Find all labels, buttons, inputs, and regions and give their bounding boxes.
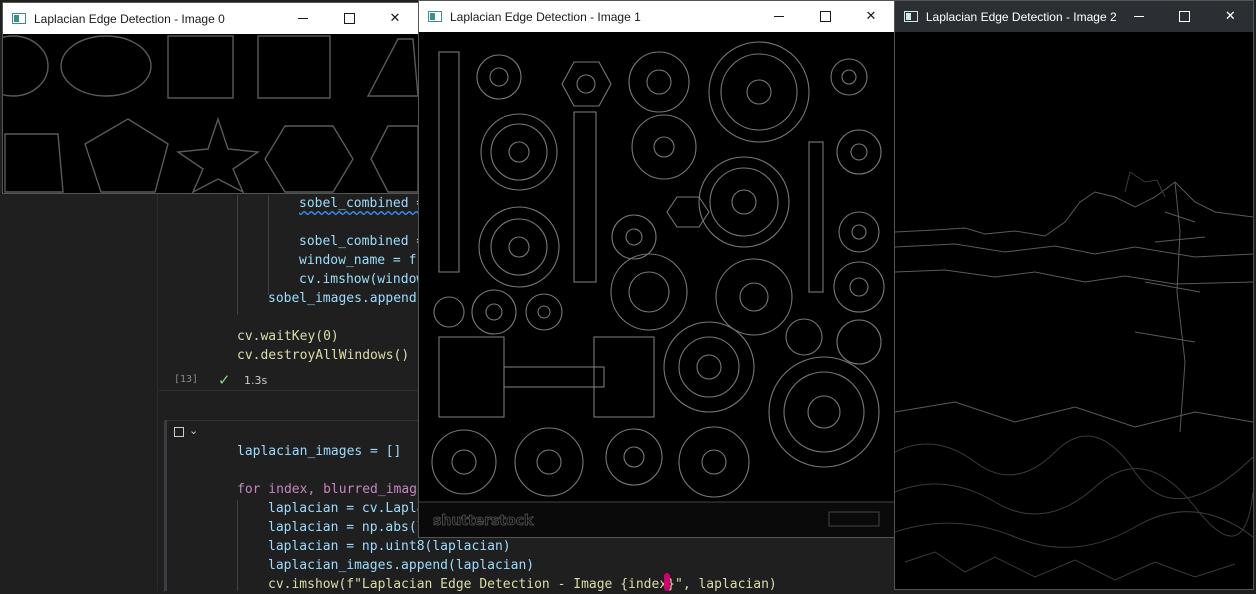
maximize-icon[interactable] xyxy=(326,3,372,34)
close-icon[interactable]: ✕ xyxy=(848,1,894,32)
code-text: window_name = f" xyxy=(299,253,425,268)
code-text: cv.imshow(window xyxy=(299,272,425,287)
opencv-window-icon xyxy=(12,13,26,24)
image-window-2[interactable]: Laplacian Edge Detection - Image 2 ✕ xyxy=(894,0,1254,590)
window-title: Laplacian Edge Detection - Image 0 xyxy=(34,11,225,26)
code-text: laplacian_images = [] xyxy=(237,444,402,459)
code-line[interactable]: for index, blurred_image xyxy=(237,480,425,499)
code-text: laplacian = np.uint8(laplacian) xyxy=(268,539,511,554)
code-text: laplacian_images.append(laplacian) xyxy=(268,558,535,573)
indent-guide xyxy=(237,195,238,315)
code-line[interactable]: laplacian_images.append(laplacian) xyxy=(268,556,534,575)
code-text: laplacian = np.abs(l xyxy=(268,520,425,535)
image-canvas xyxy=(3,34,418,193)
minimize-icon[interactable] xyxy=(280,3,326,34)
code-line[interactable]: sobel_images.append( xyxy=(268,289,425,308)
code-line[interactable]: laplacian_images = [] xyxy=(237,442,401,461)
window-title: Laplacian Edge Detection - Image 1 xyxy=(450,9,641,24)
code-line[interactable]: laplacian = cv.Lapla xyxy=(268,499,425,518)
image-canvas xyxy=(895,32,1253,589)
code-text: cv.waitKey(0) xyxy=(237,329,339,344)
minimize-icon[interactable] xyxy=(1117,1,1162,32)
code-line[interactable]: laplacian = np.abs(l xyxy=(268,518,425,537)
code-line[interactable]: cv.waitKey(0) xyxy=(237,327,339,346)
laplacian-landscape-image xyxy=(895,32,1253,589)
opencv-window-icon xyxy=(904,11,918,22)
code-line[interactable]: window_name = f" xyxy=(299,251,424,270)
window-titlebar[interactable]: Laplacian Edge Detection - Image 0 ✕ xyxy=(3,3,418,34)
code-line[interactable]: sobel_combined = xyxy=(299,194,424,213)
code-line[interactable]: cv.imshow(f"Laplacian Edge Detection - I… xyxy=(268,575,777,594)
laplacian-gears-image: shutterstock xyxy=(419,32,894,537)
chevron-down-icon[interactable]: ⌄ xyxy=(189,424,198,437)
image-canvas: shutterstock xyxy=(419,32,894,537)
code-text: for index, blurred_image xyxy=(237,482,425,497)
window-title: Laplacian Edge Detection - Image 2 xyxy=(925,9,1117,24)
text-cursor xyxy=(664,573,670,591)
indent-guide xyxy=(237,500,238,591)
image-window-1[interactable]: Laplacian Edge Detection - Image 1 ✕ shu… xyxy=(418,0,895,538)
code-text: sobel_combined = xyxy=(299,234,425,249)
execution-count: [13] xyxy=(174,374,199,385)
window-titlebar[interactable]: Laplacian Edge Detection - Image 2 ✕ xyxy=(895,1,1253,32)
minimize-icon[interactable] xyxy=(756,1,802,32)
close-icon[interactable]: ✕ xyxy=(372,3,418,34)
close-icon[interactable]: ✕ xyxy=(1208,1,1253,32)
cell-divider xyxy=(158,390,418,391)
laplacian-shapes-image xyxy=(3,34,418,193)
execution-time: 1.3s xyxy=(244,374,268,387)
opencv-window-icon xyxy=(428,11,442,22)
success-check-icon: ✓ xyxy=(218,371,231,389)
indent-guide xyxy=(268,195,269,295)
code-text: laplacian = cv.Lapla xyxy=(268,501,425,516)
watermark-text: shutterstock xyxy=(433,513,534,529)
image-window-0[interactable]: Laplacian Edge Detection - Image 0 ✕ xyxy=(2,2,419,194)
code-text: cv.destroyAllWindows() xyxy=(237,348,410,363)
run-cell-icon[interactable] xyxy=(174,427,184,437)
code-line[interactable]: laplacian = np.uint8(laplacian) xyxy=(268,537,511,556)
code-text: cv.imshow(f"Laplacian Edge Detection - I… xyxy=(268,577,777,592)
cell-focus-bar xyxy=(164,420,167,591)
code-text: sobel_combined = xyxy=(299,196,425,211)
window-titlebar[interactable]: Laplacian Edge Detection - Image 1 ✕ xyxy=(419,1,894,32)
code-line[interactable]: sobel_combined = xyxy=(299,232,424,251)
code-text: sobel_images.append( xyxy=(268,291,425,306)
code-line[interactable]: cv.imshow(window xyxy=(299,270,424,289)
maximize-icon[interactable] xyxy=(1162,1,1207,32)
maximize-icon[interactable] xyxy=(802,1,848,32)
code-line[interactable]: cv.destroyAllWindows() xyxy=(237,346,409,365)
